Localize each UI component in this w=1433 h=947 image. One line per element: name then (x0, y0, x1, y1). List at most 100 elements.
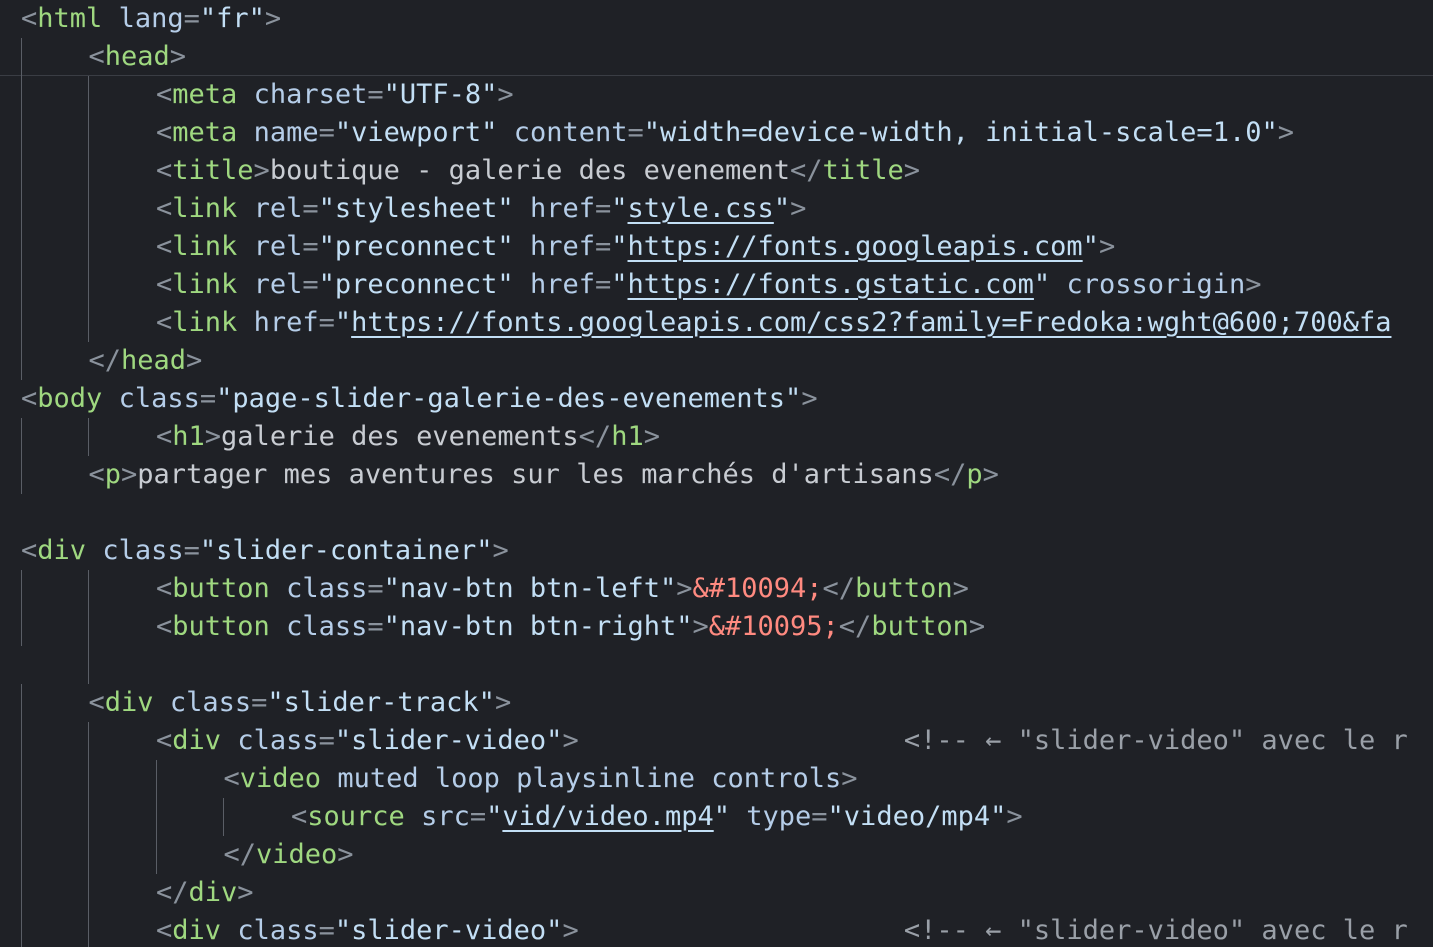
code-token-link[interactable]: https://fonts.googleapis.com (628, 231, 1083, 262)
code-token-link[interactable]: https://fonts.gstatic.com (628, 269, 1034, 300)
code-token-attr: class (118, 383, 200, 414)
code-editor[interactable]: <html lang="fr"> <head> <meta charset="UTF… (0, 0, 1433, 947)
code-token-tag: div (172, 725, 222, 756)
code-token-punct: </ (578, 421, 612, 452)
code-token-tag: link (172, 307, 238, 338)
code-token-tag: meta (172, 117, 238, 148)
code-token-entity: &#10095; (708, 611, 839, 642)
code-token-punct: > (494, 687, 512, 718)
code-line[interactable]: <link href="https://fonts.googleapis.com… (156, 304, 1391, 342)
code-token-attr: class (237, 915, 319, 946)
code-line[interactable]: <div class="slider-track"> (89, 684, 512, 722)
code-token-punct: < (156, 231, 173, 262)
code-token-tag: html (37, 3, 103, 34)
code-line[interactable]: <meta name="viewport" content="width=dev… (156, 114, 1294, 152)
code-token-tag: h1 (172, 421, 205, 452)
code-token-tag: link (172, 231, 238, 262)
code-token-punct: < (88, 41, 105, 72)
code-line[interactable]: <link rel="preconnect" href="https://fon… (156, 266, 1262, 304)
code-token-punct: = (469, 801, 487, 832)
code-token-tag: button (855, 573, 953, 604)
code-line[interactable]: <p>partager mes aventures sur les marché… (89, 456, 999, 494)
code-token-punct: < (156, 269, 173, 300)
code-token-punct: = (318, 117, 335, 148)
code-token-punct: > (337, 839, 354, 870)
code-token-string: " (713, 801, 730, 832)
code-token-link[interactable]: vid/video.mp4 (502, 801, 713, 832)
code-token-link[interactable]: https://fonts.googleapis.com/css2?family… (351, 307, 1391, 338)
code-token-attr: loop (434, 763, 500, 794)
code-token-punct: = (318, 915, 335, 946)
code-token-punct: > (952, 573, 969, 604)
code-line[interactable]: <video muted loop playsinline controls> (224, 760, 858, 798)
code-token-punct: < (156, 573, 173, 604)
code-line[interactable]: <title>boutique - galerie des evenement<… (156, 152, 920, 190)
code-token-link[interactable]: style.css (628, 193, 774, 224)
indent-guide (223, 798, 224, 836)
code-token-attr: charset (253, 79, 368, 110)
code-token-punct: > (903, 155, 921, 186)
code-token-tag: button (172, 611, 270, 642)
code-token-punct: = (594, 193, 612, 224)
code-line[interactable]: <div class="slider-container"> (21, 532, 509, 570)
code-line[interactable]: <link rel="preconnect" href="https://fon… (156, 228, 1115, 266)
code-line[interactable]: <button class="nav-btn btn-right">&#1009… (156, 608, 985, 646)
code-line[interactable]: </head> (89, 342, 203, 380)
code-token-punct: > (253, 155, 270, 186)
code-token-punct: > (1245, 269, 1262, 300)
code-token-attr: href (529, 231, 595, 262)
code-token-tag: link (172, 193, 238, 224)
code-line[interactable]: </div> (156, 874, 254, 912)
code-token-attr: crossorigin (1066, 269, 1246, 300)
code-token-punct: < (21, 535, 38, 566)
code-token-punct: > (692, 611, 709, 642)
code-token-attr: href (529, 193, 595, 224)
code-token-tag: div (104, 687, 154, 718)
code-line[interactable]: <div class="slider-video"> <!-- ← "slide… (156, 912, 1408, 947)
code-token-tag: head (104, 41, 170, 72)
code-token-tag: link (172, 269, 238, 300)
code-token-string: " (611, 231, 628, 262)
code-line[interactable]: <html lang="fr"> (21, 0, 281, 38)
code-token-punct: > (790, 193, 807, 224)
code-token-punct: = (183, 3, 200, 34)
code-line[interactable]: </video> (224, 836, 354, 874)
code-line[interactable]: <body class="page-slider-galerie-des-eve… (21, 380, 818, 418)
code-token-tag: button (172, 573, 270, 604)
code-token-punct: > (264, 3, 282, 34)
code-token-string: " (334, 307, 352, 338)
code-token-punct: = (302, 231, 319, 262)
code-token-string: "page-slider-galerie-des-evenements" (216, 383, 802, 414)
code-line[interactable]: <meta charset="UTF-8"> (156, 76, 514, 114)
code-token-string: "stylesheet" (318, 193, 514, 224)
indent-guide (21, 38, 22, 380)
code-line[interactable]: <link rel="stylesheet" href="style.css"> (156, 190, 806, 228)
code-line[interactable]: <button class="nav-btn btn-left">&#10094… (156, 570, 969, 608)
code-token-attr: controls (711, 763, 842, 794)
code-line[interactable]: <div class="slider-video"> <!-- ← "slide… (156, 722, 1408, 760)
code-line[interactable]: <source src="vid/video.mp4" type="video/… (291, 798, 1023, 836)
code-token-string: "nav-btn btn-right" (383, 611, 693, 642)
code-token-tag: video (256, 839, 338, 870)
code-token-punct: </ (223, 839, 257, 870)
code-line[interactable]: <head> (89, 38, 187, 76)
code-token-string: "viewport" (334, 117, 498, 148)
code-token-string: "slider-video" (334, 725, 563, 756)
code-line[interactable]: <h1>galerie des evenements</h1> (156, 418, 660, 456)
code-token-string: "slider-video" (334, 915, 563, 946)
code-token-punct: = (318, 307, 335, 338)
